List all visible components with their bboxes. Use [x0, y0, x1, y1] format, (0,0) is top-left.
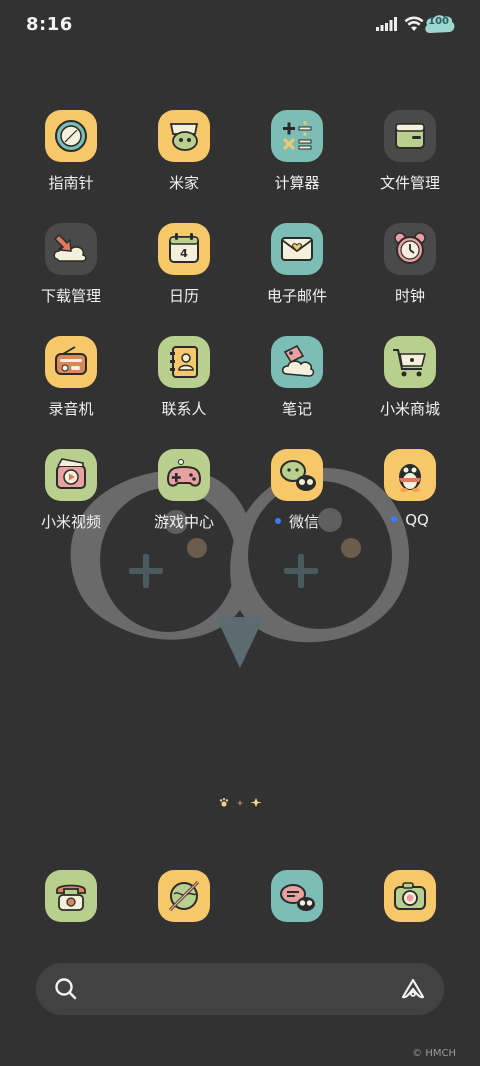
app-notes[interactable]: 笔记 [246, 336, 346, 436]
app-label: 录音机 [48, 400, 94, 418]
app-clock[interactable]: 时钟 [359, 223, 459, 323]
app-label: 米家 [168, 174, 199, 192]
notes-icon [271, 336, 323, 388]
video-icon [45, 449, 97, 501]
wallpaper-credit: © HMCH [412, 1048, 456, 1059]
dock-phone[interactable] [45, 870, 97, 922]
app-label: 小米商城 [379, 400, 440, 418]
notification-dot [391, 515, 398, 522]
mijia-icon [158, 110, 210, 162]
app-qq[interactable]: QQ [359, 449, 459, 549]
app-file-manager[interactable]: 文件管理 [359, 110, 459, 210]
app-label: 指南针 [48, 174, 94, 192]
messages-icon [280, 884, 315, 911]
app-label: 微信 [246, 511, 348, 532]
alarm-clock-icon [384, 223, 436, 275]
compass-icon [45, 110, 97, 162]
wifi-icon [404, 16, 424, 31]
phone-icon [56, 884, 86, 911]
app-label: 文件管理 [379, 174, 440, 192]
app-label-text: QQ [405, 511, 429, 529]
app-calendar[interactable]: 4 日历 [133, 223, 233, 323]
dock-camera[interactable] [384, 870, 436, 922]
download-icon [45, 223, 97, 275]
app-label-text: 微信 [288, 513, 319, 531]
app-mi-store[interactable]: 小米商城 [359, 336, 459, 436]
qq-icon [384, 449, 436, 501]
app-label: 下载管理 [40, 287, 101, 305]
app-calculator[interactable]: 计算器 [246, 110, 346, 210]
dock-browser[interactable] [158, 870, 210, 922]
app-game-center[interactable]: 游戏中心 [133, 449, 233, 549]
search-bar[interactable] [36, 963, 444, 1015]
page-dot-sparkle-icon [236, 800, 244, 806]
browser-icon [168, 880, 200, 912]
assistant-icon[interactable] [400, 977, 426, 1001]
radio-icon [45, 336, 97, 388]
app-label: 游戏中心 [153, 513, 214, 531]
notification-dot [274, 517, 281, 524]
app-email[interactable]: 电子邮件 [246, 223, 346, 323]
app-label: 笔记 [281, 400, 312, 418]
cart-icon [384, 336, 436, 388]
page-indicator[interactable] [218, 796, 264, 810]
app-mi-video[interactable]: 小米视频 [20, 449, 120, 549]
folder-icon [384, 110, 436, 162]
app-label: 电子邮件 [266, 287, 327, 305]
gamepad-icon [158, 449, 210, 501]
calendar-icon: 4 [158, 223, 210, 275]
camera-icon [394, 882, 426, 910]
app-compass[interactable]: 指南针 [20, 110, 120, 210]
status-bar: 8:16 100 [0, 0, 480, 52]
page-dot-paw-icon [219, 798, 229, 807]
wechat-icon [271, 449, 323, 501]
app-label: QQ [359, 511, 461, 529]
battery-level: 100 [428, 16, 449, 27]
app-label: 日历 [168, 287, 199, 305]
page-dot-star-icon [250, 798, 262, 807]
app-label: 时钟 [394, 287, 425, 305]
app-label: 联系人 [161, 400, 207, 418]
dock-messages[interactable] [271, 870, 323, 922]
status-time: 8:16 [26, 14, 73, 35]
search-icon[interactable] [54, 977, 78, 1001]
cell-signal-icon [376, 17, 397, 31]
app-label: 计算器 [274, 174, 320, 192]
app-wechat[interactable]: 微信 [246, 449, 346, 549]
contacts-icon [158, 336, 210, 388]
calendar-day: 4 [180, 247, 188, 260]
app-contacts[interactable]: 联系人 [133, 336, 233, 436]
calculator-icon [271, 110, 323, 162]
mail-icon [271, 223, 323, 275]
app-mijia[interactable]: 米家 [133, 110, 233, 210]
app-recorder[interactable]: 录音机 [20, 336, 120, 436]
app-label: 小米视频 [40, 513, 101, 531]
app-downloads[interactable]: 下载管理 [20, 223, 120, 323]
